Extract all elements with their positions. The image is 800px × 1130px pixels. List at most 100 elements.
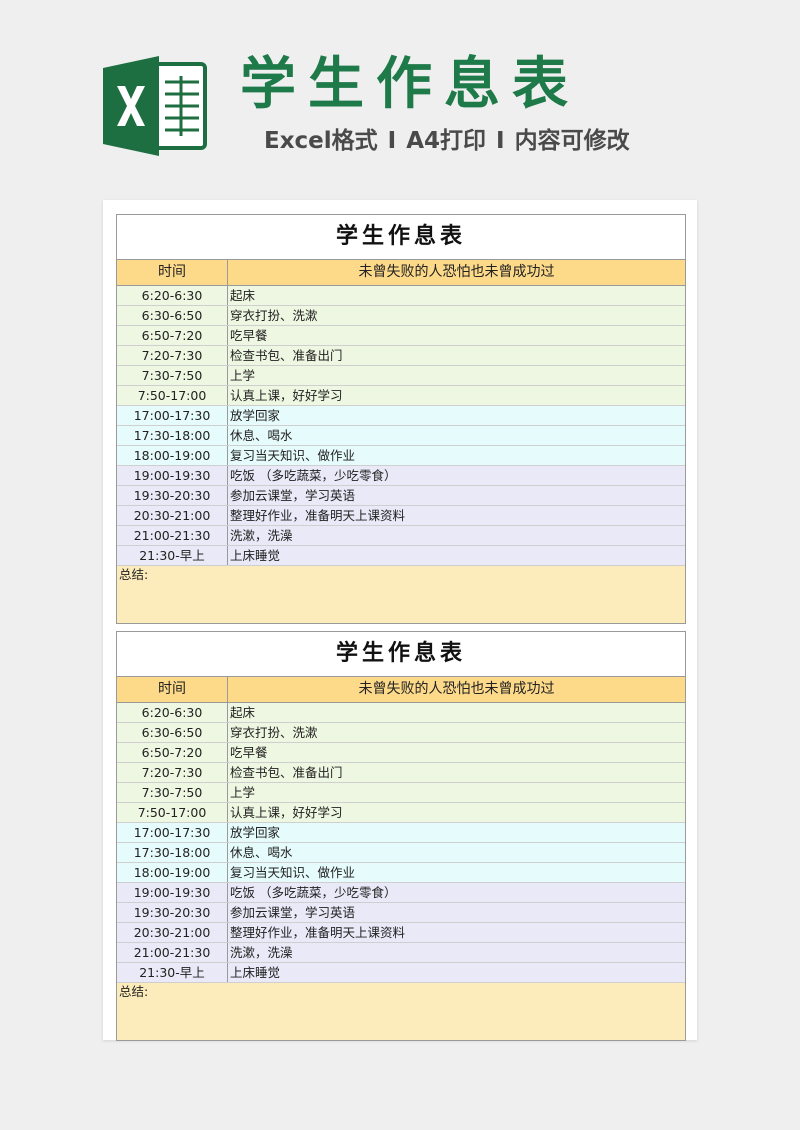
table-row: 6:30-6:50 穿衣打扮、洗漱 (117, 306, 685, 326)
table-row: 21:00-21:30 洗漱，洗澡 (117, 526, 685, 546)
motto-header: 未曾失败的人恐怕也未曾成功过 (358, 681, 555, 697)
time-cell[interactable]: 19:00-19:30 (117, 883, 228, 902)
excel-logo-icon (103, 56, 207, 156)
activity-cell[interactable]: 穿衣打扮、洗漱 (228, 723, 685, 742)
activity-cell[interactable]: 上学 (228, 783, 685, 802)
table-row: 7:50-17:00 认真上课，好好学习 (117, 386, 685, 406)
table-row: 19:30-20:30 参加云课堂，学习英语 (117, 903, 685, 923)
table-row: 19:30-20:30 参加云课堂，学习英语 (117, 486, 685, 506)
activity-cell[interactable]: 参加云课堂，学习英语 (228, 486, 685, 505)
time-cell[interactable]: 17:30-18:00 (117, 843, 228, 862)
activity-cell[interactable]: 吃早餐 (228, 326, 685, 345)
table-row: 7:30-7:50 上学 (117, 783, 685, 803)
time-cell[interactable]: 6:50-7:20 (117, 326, 228, 345)
time-cell[interactable]: 6:30-6:50 (117, 306, 228, 325)
sheet-title: 学生作息表 (117, 215, 685, 260)
time-cell[interactable]: 18:00-19:00 (117, 863, 228, 882)
summary-cell[interactable]: 总结: (117, 983, 685, 1040)
subtitle-editable: 内容可修改 (514, 128, 630, 154)
header-row: 时间 未曾失败的人恐怕也未曾成功过 (117, 677, 685, 703)
table-row: 21:30-早上 上床睡觉 (117, 963, 685, 983)
time-cell[interactable]: 20:30-21:00 (117, 923, 228, 942)
activity-cell[interactable]: 洗漱，洗澡 (228, 526, 685, 545)
time-cell[interactable]: 17:00-17:30 (117, 823, 228, 842)
activity-cell[interactable]: 上学 (228, 366, 685, 385)
summary-cell[interactable]: 总结: (117, 566, 685, 623)
activity-cell[interactable]: 上床睡觉 (228, 546, 685, 565)
time-cell[interactable]: 21:30-早上 (117, 963, 228, 982)
table-row: 19:00-19:30 吃饭 （多吃蔬菜，少吃零食） (117, 883, 685, 903)
table-row: 17:00-17:30 放学回家 (117, 406, 685, 426)
activity-cell[interactable]: 整理好作业，准备明天上课资料 (228, 923, 685, 942)
activity-cell[interactable]: 复习当天知识、做作业 (228, 446, 685, 465)
table-row: 7:20-7:30 检查书包、准备出门 (117, 346, 685, 366)
table-row: 6:30-6:50 穿衣打扮、洗漱 (117, 723, 685, 743)
subtitle: Excel格式 I A4打印 I 内容可修改 (264, 124, 630, 158)
subtitle-print: A4打印 (406, 128, 487, 154)
time-cell[interactable]: 6:30-6:50 (117, 723, 228, 742)
time-cell[interactable]: 7:20-7:30 (117, 346, 228, 365)
activity-cell[interactable]: 参加云课堂，学习英语 (228, 903, 685, 922)
activity-cell[interactable]: 起床 (228, 703, 685, 722)
table-row: 7:20-7:30 检查书包、准备出门 (117, 763, 685, 783)
time-cell[interactable]: 7:50-17:00 (117, 803, 228, 822)
time-cell[interactable]: 17:00-17:30 (117, 406, 228, 425)
column-header-time: 时间 (117, 677, 228, 702)
banner: 学生作息表 Excel格式 I A4打印 I 内容可修改 (0, 0, 800, 190)
activity-cell[interactable]: 休息、喝水 (228, 426, 685, 445)
activity-cell[interactable]: 复习当天知识、做作业 (228, 863, 685, 882)
schedule-sheet: 学生作息表 时间 未曾失败的人恐怕也未曾成功过 6:20-6:30 起床 6:3… (116, 631, 686, 1041)
table-row: 21:00-21:30 洗漱，洗澡 (117, 943, 685, 963)
header-row: 时间 未曾失败的人恐怕也未曾成功过 (117, 260, 685, 286)
activity-cell[interactable]: 吃饭 （多吃蔬菜，少吃零食） (228, 466, 685, 485)
page-title: 学生作息表 (240, 52, 580, 117)
table-row: 18:00-19:00 复习当天知识、做作业 (117, 446, 685, 466)
activity-cell[interactable]: 洗漱，洗澡 (228, 943, 685, 962)
column-header-time: 时间 (117, 260, 228, 285)
table-row: 20:30-21:00 整理好作业，准备明天上课资料 (117, 506, 685, 526)
activity-cell[interactable]: 休息、喝水 (228, 843, 685, 862)
time-cell[interactable]: 6:50-7:20 (117, 743, 228, 762)
table-row: 17:30-18:00 休息、喝水 (117, 426, 685, 446)
activity-cell[interactable]: 认真上课，好好学习 (228, 803, 685, 822)
table-row: 7:30-7:50 上学 (117, 366, 685, 386)
time-cell[interactable]: 21:00-21:30 (117, 526, 228, 545)
table-row: 21:30-早上 上床睡觉 (117, 546, 685, 566)
activity-cell[interactable]: 放学回家 (228, 823, 685, 842)
time-cell[interactable]: 21:30-早上 (117, 546, 228, 565)
time-cell[interactable]: 7:20-7:30 (117, 763, 228, 782)
table-row: 19:00-19:30 吃饭 （多吃蔬菜，少吃零食） (117, 466, 685, 486)
time-cell[interactable]: 19:00-19:30 (117, 466, 228, 485)
activity-cell[interactable]: 穿衣打扮、洗漱 (228, 306, 685, 325)
summary-label: 总结: (119, 984, 149, 999)
table-row: 6:50-7:20 吃早餐 (117, 743, 685, 763)
table-row: 18:00-19:00 复习当天知识、做作业 (117, 863, 685, 883)
time-cell[interactable]: 17:30-18:00 (117, 426, 228, 445)
time-cell[interactable]: 7:30-7:50 (117, 783, 228, 802)
subtitle-format: Excel格式 (264, 128, 378, 154)
time-cell[interactable]: 21:00-21:30 (117, 943, 228, 962)
time-cell[interactable]: 20:30-21:00 (117, 506, 228, 525)
table-row: 17:00-17:30 放学回家 (117, 823, 685, 843)
table-row: 17:30-18:00 休息、喝水 (117, 843, 685, 863)
activity-cell[interactable]: 整理好作业，准备明天上课资料 (228, 506, 685, 525)
time-cell[interactable]: 6:20-6:30 (117, 703, 228, 722)
time-cell[interactable]: 7:30-7:50 (117, 366, 228, 385)
table-row: 6:20-6:30 起床 (117, 703, 685, 723)
time-cell[interactable]: 19:30-20:30 (117, 486, 228, 505)
time-cell[interactable]: 6:20-6:30 (117, 286, 228, 305)
table-row: 6:20-6:30 起床 (117, 286, 685, 306)
table-row: 20:30-21:00 整理好作业，准备明天上课资料 (117, 923, 685, 943)
activity-cell[interactable]: 吃早餐 (228, 743, 685, 762)
time-cell[interactable]: 18:00-19:00 (117, 446, 228, 465)
activity-cell[interactable]: 起床 (228, 286, 685, 305)
time-cell[interactable]: 7:50-17:00 (117, 386, 228, 405)
activity-cell[interactable]: 认真上课，好好学习 (228, 386, 685, 405)
activity-cell[interactable]: 检查书包、准备出门 (228, 346, 685, 365)
time-cell[interactable]: 19:30-20:30 (117, 903, 228, 922)
activity-cell[interactable]: 检查书包、准备出门 (228, 763, 685, 782)
activity-cell[interactable]: 上床睡觉 (228, 963, 685, 982)
schedule-sheet: 学生作息表 时间 未曾失败的人恐怕也未曾成功过 6:20-6:30 起床 6:3… (116, 214, 686, 624)
activity-cell[interactable]: 放学回家 (228, 406, 685, 425)
activity-cell[interactable]: 吃饭 （多吃蔬菜，少吃零食） (228, 883, 685, 902)
